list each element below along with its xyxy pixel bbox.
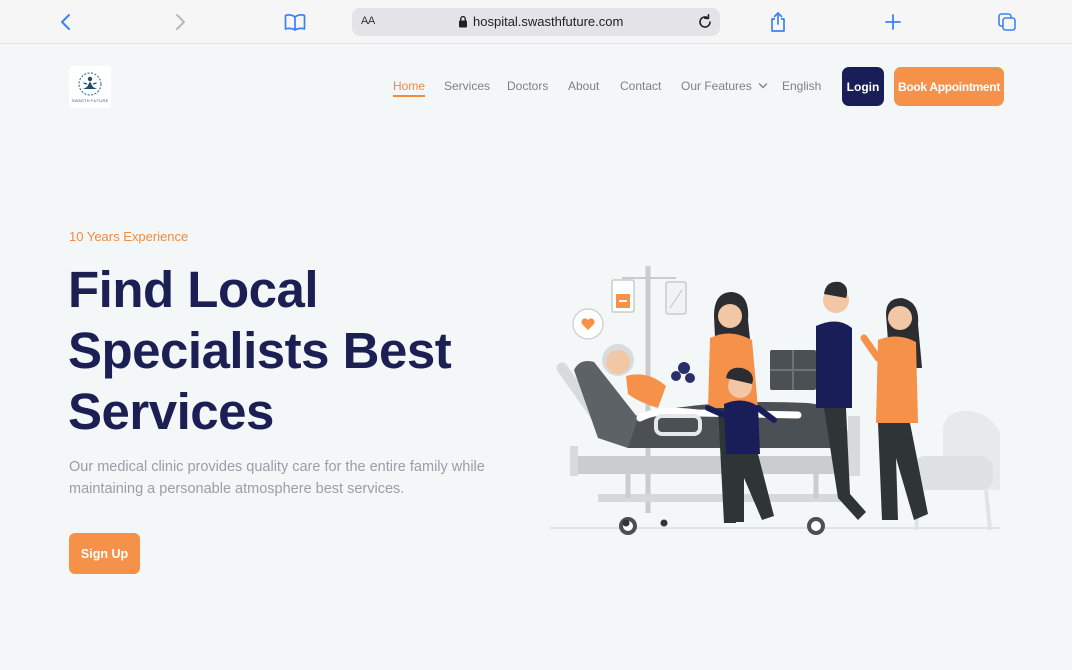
nav-about[interactable]: About [568,79,599,93]
nav-home[interactable]: Home [393,79,426,97]
bookmarks-icon[interactable] [283,10,307,34]
login-button[interactable]: Login [842,67,884,106]
lock-icon [458,15,468,33]
book-appointment-button[interactable]: Book Appointment [894,67,1004,106]
logo-text: SWASTH FUTURE [71,98,109,103]
hero-description: Our medical clinic provides quality care… [69,459,485,497]
nav-our-features-label: Our Features [681,79,752,93]
meditation-logo-icon [78,72,102,96]
nav-doctors[interactable]: Doctors [507,79,548,93]
nav-our-features[interactable]: Our Features [681,79,768,93]
reload-icon[interactable] [695,12,715,37]
nav-contact[interactable]: Contact [620,79,661,93]
browser-toolbar: AA hospital.swasthfuture.com [0,0,1072,44]
address-bar[interactable]: AA hospital.swasthfuture.com [352,8,720,36]
forward-icon[interactable] [168,10,192,34]
hero-headline: Find Local Specialists Best Services [68,261,452,440]
nav-language[interactable]: English [782,79,821,93]
reader-button[interactable]: AA [361,15,375,27]
signup-button[interactable]: Sign Up [69,533,140,574]
nav-services[interactable]: Services [444,79,490,93]
site-logo[interactable]: SWASTH FUTURE [69,66,111,108]
hospital-illustration [548,258,1008,543]
back-icon[interactable] [54,10,78,34]
tabs-icon[interactable] [995,10,1019,34]
share-icon[interactable] [766,10,790,34]
url-text: hospital.swasthfuture.com [473,14,624,29]
new-tab-icon[interactable] [881,10,905,34]
experience-tagline: 10 Years Experience [69,229,189,244]
chevron-down-icon [758,83,768,89]
